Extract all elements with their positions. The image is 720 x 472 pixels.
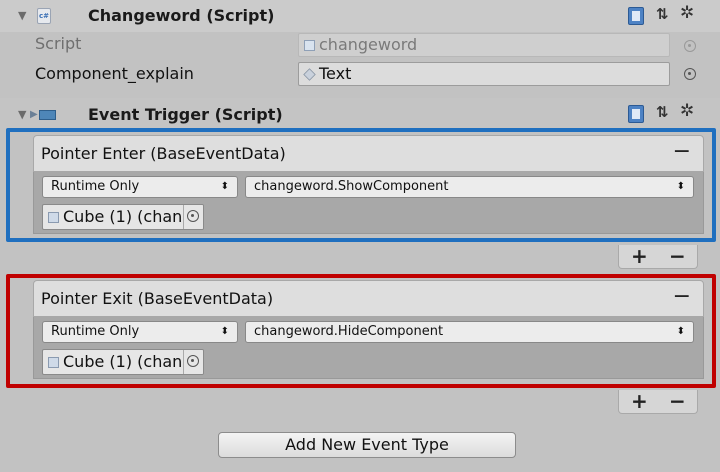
remove-event-button[interactable]: − [673,139,691,164]
function-dropdown-value: changeword.ShowComponent [254,179,449,194]
pointer-enter-event-header: Pointer Enter (BaseEventData) − [33,135,704,172]
event-header-label: Pointer Enter (BaseEventData) [41,144,286,163]
runtime-dropdown-value: Runtime Only [51,324,140,339]
remove-listener-button[interactable]: − [669,244,686,268]
target-object-value: Cube (1) (change [63,352,203,371]
select-arrows-icon: ⬍ [676,326,685,337]
cube-object-icon [48,357,59,368]
help-book-icon[interactable] [628,7,644,25]
object-picker-icon [684,40,696,52]
component-explain-value: Text [319,64,352,83]
preset-icon[interactable]: ⇅ [656,5,669,23]
script-field-value: changeword [319,35,418,54]
script-label: Script [35,34,82,53]
object-picker-icon[interactable] [684,68,696,80]
foldout-arrow-icon[interactable]: ▼ [18,108,26,121]
target-object-value: Cube (1) (change [63,207,203,226]
function-dropdown-value: changeword.HideComponent [254,324,444,339]
runtime-dropdown[interactable]: Runtime Only ⬍ [42,321,238,343]
help-book-icon[interactable] [628,105,644,123]
target-object-field[interactable]: Cube (1) (change [42,204,204,230]
target-object-field[interactable]: Cube (1) (change [42,349,204,375]
select-arrows-icon: ⬍ [220,181,229,192]
gear-icon[interactable]: ✲ [680,101,694,121]
object-picker-button[interactable] [183,350,203,374]
component-title: Event Trigger (Script) [88,105,283,124]
changeword-component-header[interactable]: ▼ Changeword (Script) ⇅ ✲ [0,0,720,32]
script-field: changeword [298,33,670,57]
function-dropdown[interactable]: changeword.HideComponent ⬍ [245,321,694,343]
foldout-arrow-icon[interactable]: ▼ [18,9,26,22]
component-explain-field[interactable]: Text [298,62,670,86]
event-trigger-icon: ▶ [30,108,56,122]
remove-listener-button[interactable]: − [669,389,686,413]
add-listener-button[interactable]: + [631,244,648,268]
runtime-dropdown[interactable]: Runtime Only ⬍ [42,176,238,198]
runtime-dropdown-value: Runtime Only [51,179,140,194]
select-arrows-icon: ⬍ [676,181,685,192]
add-new-event-type-button[interactable]: Add New Event Type [218,432,516,458]
pointer-exit-event-body: Runtime Only ⬍ changeword.HideComponent … [33,317,704,379]
preset-icon[interactable]: ⇅ [656,103,669,121]
text-component-icon [303,68,316,81]
component-title: Changeword (Script) [88,6,275,25]
add-listener-button[interactable]: + [631,389,648,413]
object-picker-icon [187,210,199,222]
select-arrows-icon: ⬍ [220,326,229,337]
remove-event-button[interactable]: − [673,284,691,309]
script-file-icon [37,8,51,24]
pointer-exit-event-header: Pointer Exit (BaseEventData) − [33,280,704,317]
event-header-label: Pointer Exit (BaseEventData) [41,289,274,308]
component-explain-label: Component_explain [35,64,194,83]
script-file-icon [304,40,315,51]
event-list-footer: + − [618,244,698,269]
object-picker-icon [187,355,199,367]
gear-icon[interactable]: ✲ [680,3,694,23]
event-list-footer: + − [618,389,698,414]
cube-object-icon [48,212,59,223]
function-dropdown[interactable]: changeword.ShowComponent ⬍ [245,176,694,198]
pointer-enter-event-body: Runtime Only ⬍ changeword.ShowComponent … [33,172,704,234]
object-picker-button[interactable] [183,205,203,229]
event-trigger-component-header[interactable]: ▼ ▶ Event Trigger (Script) ⇅ ✲ [0,98,720,130]
